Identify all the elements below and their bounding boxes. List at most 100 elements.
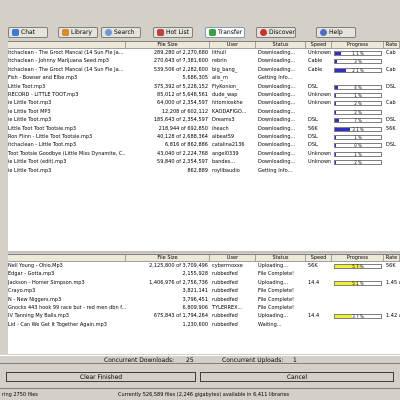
table-row[interactable]: Jackson - Homer Simpson.mp3 1,406,976 of … — [8, 280, 400, 287]
user-cell: Dreams3 — [212, 117, 235, 124]
file-size-cell: 1,406,976 of 2,756,736 — [149, 279, 208, 286]
status-cell: Downloading... — [258, 100, 296, 107]
user-cell: rubbedfed — [212, 313, 238, 320]
progress-percent: 2 % — [354, 109, 362, 115]
col-size-header[interactable]: File Size — [126, 255, 210, 262]
table-row[interactable]: Little Toot.mp3 375,392 of 5,228,152 FlyKo… — [8, 84, 400, 91]
table-row[interactable]: Fish - Bowser and Elbe.mp3 5,686,305 alis_… — [8, 75, 400, 82]
uploads-list[interactable]: File Size User Status Speed Progress Rat… — [8, 254, 400, 354]
speed-cell — [308, 168, 332, 175]
user-cell: rebrin — [212, 58, 227, 65]
file-size-cell: 375,392 of 5,228,152 — [153, 83, 208, 90]
tab-discover[interactable]: Discover — [256, 27, 296, 38]
file-name-cell: Toot Tootsie Goodbye (Little Miss Dynami… — [8, 150, 126, 157]
tab-library[interactable]: Library — [58, 27, 98, 38]
tab-help[interactable]: Help — [316, 27, 356, 38]
table-row[interactable]: Little Toot Toot Tootsie.mp3 218,944 of 6… — [8, 126, 400, 133]
progress-bar: 5 1 % — [334, 280, 382, 286]
progress-bar: 1 % — [334, 135, 382, 140]
progress-percent: 7 % — [354, 118, 362, 124]
status-cell: Downloading... — [258, 58, 296, 65]
col-progress-header[interactable]: Progress — [332, 255, 384, 262]
progress-bar: 3 7 % — [334, 314, 382, 320]
status-cell: Downloading... — [258, 117, 296, 124]
table-row[interactable]: Nell Young - Ohio.Mp3 2,125,800 of 3,709,… — [8, 263, 400, 270]
table-row[interactable]: Edgar - Gotta.mp3 2,155,928 rubbedfed File … — [8, 271, 400, 278]
table-row[interactable]: ie Little Toot.mp3 64,000 of 2,354,597 hit… — [8, 100, 400, 107]
status-cell: Downloading... — [258, 142, 296, 149]
downloads-list[interactable]: File Size User Status Speed Progress Rat… — [8, 41, 400, 251]
progress-percent: 5 1 % — [352, 280, 364, 286]
table-row[interactable]: itchaclean - The Groct Mancal (14 Sun Fl… — [8, 67, 400, 74]
file-name-cell: Lid - Can We Get It Together Again.mp3 — [8, 321, 107, 328]
pane-divider[interactable] — [8, 251, 400, 253]
file-size-cell: 6,809,906 — [182, 305, 208, 311]
col-user-header[interactable]: User — [210, 42, 256, 49]
file-name-cell: itchaclean - The Groct Mancal (14 Sun Fl… — [8, 66, 124, 73]
table-row[interactable]: itchaclean - The Groct Mancal (14 Sun Fl… — [8, 50, 400, 57]
progress-bar: 1 % — [334, 93, 382, 98]
speed-cell: 14.4 — [308, 279, 320, 286]
left-strip — [0, 41, 8, 354]
chat-icon — [12, 29, 19, 36]
col-status-header[interactable]: Status — [256, 255, 306, 262]
table-row[interactable]: ie Little Toot MP3 12,208 of 602,112 KAODA… — [8, 109, 400, 116]
table-row[interactable]: Crayo.mp3 3,821,141 rubbedfed File Complete… — [8, 288, 400, 295]
col-status-header[interactable]: Status — [256, 42, 306, 49]
col-user-header[interactable]: User — [210, 255, 256, 262]
tab-search[interactable]: Search — [101, 27, 141, 38]
progress-bar: 2 % — [334, 101, 382, 107]
user-cell: alis_m — [212, 75, 228, 82]
tab-hotlist[interactable]: Hot List — [153, 27, 193, 38]
speed-cell: Unknown — [308, 100, 332, 107]
rate-cell — [386, 159, 400, 166]
table-row[interactable]: Toot Tootsie Goodbye (Little Miss Dynami… — [8, 151, 400, 158]
tab-transfer[interactable]: Transfer — [205, 27, 245, 38]
progress-bar: 4 % — [334, 84, 382, 90]
table-row[interactable]: IV Tanning My Balls.mp3 675,843 of 1,794,… — [8, 313, 400, 320]
file-name-cell: itchaclean - The Groct Mancal (14 Sun Fl… — [8, 50, 124, 56]
col-progress-header[interactable]: Progress — [332, 42, 384, 49]
table-row[interactable]: N - New Niggers.mp3 3,796,451 rubbedfed Fil… — [8, 297, 400, 304]
user-cell: iheach — [212, 125, 229, 132]
concurrent-uploads-value[interactable]: 1 — [293, 357, 297, 365]
file-size-cell: 185,643 of 2,354,597 — [153, 117, 208, 124]
col-size-header[interactable]: File Size — [126, 42, 210, 49]
col-name-header[interactable] — [8, 255, 126, 262]
table-row[interactable]: itchaclean - Little Toot.mp3 6,816 of 862… — [8, 142, 400, 149]
concurrent-downloads-value[interactable]: 25 — [186, 357, 194, 365]
table-row[interactable]: itchaclean - Johnny Marijuana Seed.mp3 27… — [8, 58, 400, 65]
file-name-cell: ie Little Toot.mp3 — [8, 167, 52, 174]
table-row[interactable]: Ron Flinn - Little Toot Tootsie.mp3 40,12… — [8, 134, 400, 141]
table-row[interactable]: Gnocks 443 hook 99 race but - red men db… — [8, 305, 400, 312]
status-cell: Uploading... — [258, 263, 289, 269]
table-row[interactable]: ie Little Toot (edit).mp3 59,840 of 2,354… — [8, 159, 400, 166]
user-cell: rubbedfed — [212, 296, 238, 303]
speed-cell — [308, 305, 332, 312]
file-size-cell: 2,125,800 of 3,709,496 — [149, 263, 208, 269]
toolbar: Chat Library Search Hot List Transfer Di… — [0, 0, 400, 42]
col-name-header[interactable] — [8, 42, 126, 49]
clear-finished-button[interactable]: Clear Finished — [6, 372, 196, 382]
file-name-cell: ie Little Toot MP3 — [8, 108, 51, 115]
rate-cell — [386, 58, 400, 65]
cancel-button[interactable]: Cancel — [200, 372, 394, 382]
table-row[interactable]: ie Little Toot.mp3 185,643 of 2,354,597 Dr… — [8, 117, 400, 124]
table-row[interactable]: Lid - Can We Get It Together Again.mp3 1,… — [8, 322, 400, 329]
progress-percent: 1 % — [354, 151, 362, 157]
col-rate-header[interactable]: Rate — [384, 255, 400, 262]
col-speed-header[interactable]: Speed — [306, 255, 332, 262]
status-cell: Getting Info... — [258, 167, 293, 174]
tab-chat[interactable]: Chat — [8, 27, 48, 38]
progress-bar: 2 % — [334, 160, 382, 166]
speed-cell — [308, 297, 332, 304]
table-row[interactable]: RECORD - LITTLE TOOT.mp3 85,012 of 5,648,… — [8, 92, 400, 99]
file-size-cell: 3,796,451 — [182, 296, 208, 303]
table-row[interactable]: ie Little Toot.mp3 862,889 royllbaudio Gett… — [8, 168, 400, 175]
rate-cell: Cab — [386, 50, 396, 56]
col-speed-header[interactable]: Speed — [306, 42, 332, 49]
file-size-cell: 6,816 of 862,886 — [165, 142, 208, 149]
status-cell: Uploading... — [258, 279, 289, 286]
file-size-cell: 85,012 of 5,648,561 — [157, 92, 208, 98]
col-rate-header[interactable]: Rate — [384, 42, 400, 49]
